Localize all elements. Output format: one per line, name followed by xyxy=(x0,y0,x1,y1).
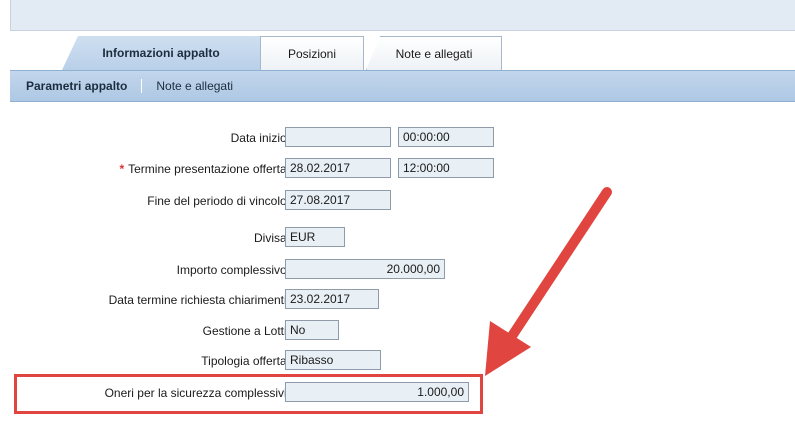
label-lotti: Gestione a Lotti: xyxy=(202,324,290,338)
termine-time-field[interactable]: 12:00:00 xyxy=(398,158,494,178)
subnav: Parametri appalto Note e allegati xyxy=(10,70,795,102)
row-termine-presentazione: * Termine presentazione offerta: 28.02.20… xyxy=(10,158,795,182)
tab-informazioni-appalto[interactable]: Informazioni appalto xyxy=(62,36,260,70)
label-fine-vincolo: Fine del periodo di vincolo: xyxy=(147,194,290,208)
label-chiarimenti: Data termine richiesta chiarimenti: xyxy=(108,293,290,307)
data-inizio-time-field[interactable]: 00:00:00 xyxy=(398,127,494,147)
row-data-inizio: Data inizio: 00:00:00 xyxy=(10,127,795,151)
row-importo: Importo complessivo: 20.000,00 xyxy=(10,259,795,283)
row-tipologia: Tipologia offerta: Ribasso xyxy=(10,350,795,374)
subnav-item-note-e-allegati[interactable]: Note e allegati xyxy=(156,79,233,93)
tab-note-e-allegati[interactable]: Note e allegati xyxy=(366,36,502,70)
row-divisa: Divisa: EUR xyxy=(10,227,795,251)
importo-field[interactable]: 20.000,00 xyxy=(285,259,445,279)
label-termine-text: Termine presentazione offerta: xyxy=(128,162,290,176)
row-fine-vincolo: Fine del periodo di vincolo: 27.08.2017 xyxy=(10,190,795,214)
subnav-item-parametri-appalto[interactable]: Parametri appalto xyxy=(26,79,127,93)
tab-posizioni[interactable]: Posizioni xyxy=(260,36,364,70)
row-chiarimenti: Data termine richiesta chiarimenti: 23.0… xyxy=(10,289,795,313)
label-data-inizio: Data inizio: xyxy=(230,131,290,145)
row-lotti: Gestione a Lotti: No xyxy=(10,320,795,344)
required-mark: * xyxy=(119,162,125,176)
label-tipologia: Tipologia offerta: xyxy=(201,354,290,368)
tab-strip: Informazioni appalto Posizioni Note e al… xyxy=(10,30,795,70)
label-termine-presentazione: * Termine presentazione offerta: xyxy=(119,162,290,176)
top-bar xyxy=(10,0,795,31)
data-inizio-date-field[interactable] xyxy=(285,127,391,147)
termine-date-field[interactable]: 28.02.2017 xyxy=(285,158,391,178)
chiarimenti-field[interactable]: 23.02.2017 xyxy=(285,289,379,309)
lotti-field[interactable]: No xyxy=(285,320,339,340)
label-importo: Importo complessivo: xyxy=(176,263,290,277)
annotation-highlight-box xyxy=(14,374,483,414)
subnav-separator xyxy=(141,79,143,93)
fine-vincolo-field[interactable]: 27.08.2017 xyxy=(285,190,391,210)
divisa-field[interactable]: EUR xyxy=(285,227,345,247)
tipologia-field[interactable]: Ribasso xyxy=(285,350,381,370)
